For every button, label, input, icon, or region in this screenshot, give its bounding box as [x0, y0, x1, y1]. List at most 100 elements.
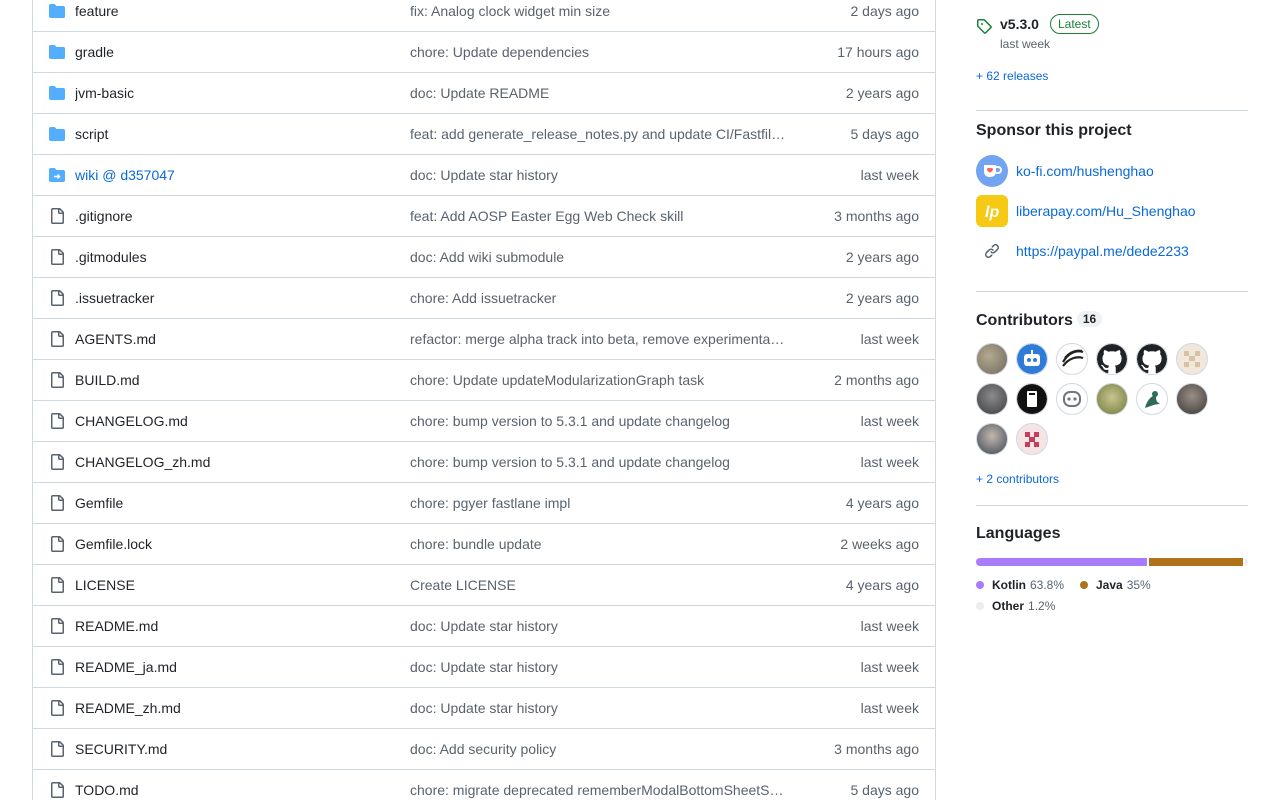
contributor-avatar[interactable]: [976, 343, 1008, 375]
contributor-avatar[interactable]: [976, 423, 1008, 455]
file-name-link[interactable]: CHANGELOG.md: [75, 413, 410, 429]
file-row[interactable]: script feat: add generate_release_notes.p…: [33, 113, 935, 154]
language-java[interactable]: Java 35%: [1080, 578, 1151, 592]
file-row[interactable]: gradle chore: Update dependencies 17 hours…: [33, 31, 935, 72]
commit-message-link[interactable]: doc: Update README: [410, 85, 800, 101]
file-row[interactable]: README.md doc: Update star history last we…: [33, 605, 935, 646]
file-name-link[interactable]: feature: [75, 3, 410, 19]
commit-message-link[interactable]: doc: Update star history: [410, 618, 800, 634]
commit-message-link[interactable]: chore: migrate deprecated rememberModalB…: [410, 782, 800, 798]
file-name-link[interactable]: .gitignore: [75, 208, 410, 224]
commit-date: last week: [860, 618, 919, 634]
file-icon: [49, 618, 65, 634]
commit-date: 2 years ago: [845, 290, 919, 306]
commit-message-link[interactable]: refactor: merge alpha track into beta, r…: [410, 331, 800, 347]
divider: [976, 110, 1248, 111]
file-name-link[interactable]: README_ja.md: [75, 659, 410, 675]
file-icon: [49, 454, 65, 470]
language-name: Kotlin: [992, 578, 1026, 592]
language-dot: [976, 581, 984, 589]
file-name-link[interactable]: README.md: [75, 618, 410, 634]
file-row[interactable]: LICENSE Create LICENSE 4 years ago: [33, 564, 935, 605]
github-icon[interactable]: [1096, 343, 1128, 375]
file-name-link[interactable]: SECURITY.md: [75, 741, 410, 757]
release-version[interactable]: v5.3.0: [1000, 16, 1039, 32]
commit-message-link[interactable]: chore: bump version to 5.3.1 and update …: [410, 454, 800, 470]
sponsor-item-liberapay[interactable]: lp liberapay.com/Hu_Shenghao: [976, 195, 1196, 227]
commit-message-link[interactable]: doc: Update star history: [410, 167, 800, 183]
file-name-link[interactable]: gradle: [75, 44, 410, 60]
file-name-link[interactable]: .gitmodules: [75, 249, 410, 265]
language-other[interactable]: Other 1.2%: [976, 599, 1055, 613]
file-row[interactable]: .gitignore feat: Add AOSP Easter Egg Web …: [33, 195, 935, 236]
file-row[interactable]: TODO.md chore: migrate deprecated remembe…: [33, 769, 935, 800]
file-row[interactable]: README_zh.md doc: Update star history last…: [33, 687, 935, 728]
file-row[interactable]: jvm-basic doc: Update README 2 years ago: [33, 72, 935, 113]
contributor-avatar[interactable]: [1056, 383, 1088, 415]
contributor-avatar[interactable]: [1096, 383, 1128, 415]
file-row[interactable]: feature fix: Analog clock widget min size…: [33, 0, 935, 31]
commit-message-link[interactable]: fix: Analog clock widget min size: [410, 3, 800, 19]
commit-message-link[interactable]: chore: bundle update: [410, 536, 800, 552]
commit-message-link[interactable]: Create LICENSE: [410, 577, 800, 593]
language-bar-segment: [1149, 558, 1243, 566]
file-row[interactable]: wiki @ d357047 doc: Update star history la…: [33, 154, 935, 195]
file-row[interactable]: CHANGELOG_zh.md chore: bump version to 5.…: [33, 441, 935, 482]
file-icon: [49, 536, 65, 552]
file-name-link[interactable]: script: [75, 126, 410, 142]
file-row[interactable]: AGENTS.md refactor: merge alpha track int…: [33, 318, 935, 359]
commit-message-link[interactable]: feat: add generate_release_notes.py and …: [410, 126, 800, 142]
file-name-link[interactable]: CHANGELOG_zh.md: [75, 454, 410, 470]
commit-message-link[interactable]: doc: Add wiki submodule: [410, 249, 800, 265]
contributor-avatar[interactable]: [1136, 383, 1168, 415]
commit-message-link[interactable]: feat: Add AOSP Easter Egg Web Check skil…: [410, 208, 800, 224]
github-icon[interactable]: [1136, 343, 1168, 375]
file-row[interactable]: SECURITY.md doc: Add security policy 3 mon…: [33, 728, 935, 769]
commit-message-link[interactable]: doc: Update star history: [410, 659, 800, 675]
contributor-avatar[interactable]: [1016, 383, 1048, 415]
file-row[interactable]: .issuetracker chore: Add issuetracker 2 ye…: [33, 277, 935, 318]
file-row[interactable]: .gitmodules doc: Add wiki submodule 2 year…: [33, 236, 935, 277]
file-name-link[interactable]: wiki @ d357047: [75, 167, 410, 183]
sponsor-link-liberapay[interactable]: liberapay.com/Hu_Shenghao: [1016, 203, 1196, 219]
language-kotlin[interactable]: Kotlin 63.8%: [976, 578, 1064, 592]
file-name-link[interactable]: jvm-basic: [75, 85, 410, 101]
file-row[interactable]: Gemfile chore: pgyer fastlane impl 4 years…: [33, 482, 935, 523]
contributor-avatar[interactable]: [976, 383, 1008, 415]
file-name-link[interactable]: TODO.md: [75, 782, 410, 798]
file-row[interactable]: CHANGELOG.md chore: bump version to 5.3.1…: [33, 400, 935, 441]
file-name-link[interactable]: LICENSE: [75, 577, 410, 593]
file-name-link[interactable]: BUILD.md: [75, 372, 410, 388]
commit-date: 2 months ago: [834, 372, 919, 388]
file-name-link[interactable]: .issuetracker: [75, 290, 410, 306]
commit-message-link[interactable]: chore: bump version to 5.3.1 and update …: [410, 413, 800, 429]
file-name-link[interactable]: README_zh.md: [75, 700, 410, 716]
sponsor-link-paypal[interactable]: https://paypal.me/dede2233: [1016, 243, 1189, 259]
file-row[interactable]: Gemfile.lock chore: bundle update 2 weeks …: [33, 523, 935, 564]
commit-message-link[interactable]: doc: Update star history: [410, 700, 800, 716]
sponsor-link-kofi[interactable]: ko-fi.com/hushenghao: [1016, 163, 1154, 179]
file-name-link[interactable]: Gemfile.lock: [75, 536, 410, 552]
languages-title: Languages: [976, 525, 1061, 542]
contributor-avatar[interactable]: [1016, 423, 1048, 455]
sponsor-item-paypal[interactable]: https://paypal.me/dede2233: [976, 235, 1189, 267]
commit-message-link[interactable]: chore: Update updateModularizationGraph …: [410, 372, 800, 388]
folder-icon: [49, 126, 65, 142]
commit-message-link[interactable]: chore: pgyer fastlane impl: [410, 495, 800, 511]
file-name-link[interactable]: Gemfile: [75, 495, 410, 511]
file-name-link[interactable]: AGENTS.md: [75, 331, 410, 347]
contributor-avatar[interactable]: [1176, 343, 1208, 375]
file-icon: [49, 249, 65, 265]
contributor-avatar[interactable]: [1016, 343, 1048, 375]
more-releases-link[interactable]: + 62 releases: [976, 69, 1048, 83]
file-row[interactable]: BUILD.md chore: Update updateModularizati…: [33, 359, 935, 400]
commit-message-link[interactable]: chore: Add issuetracker: [410, 290, 800, 306]
file-row[interactable]: README_ja.md doc: Update star history last…: [33, 646, 935, 687]
commit-message-link[interactable]: chore: Update dependencies: [410, 44, 800, 60]
more-contributors-link[interactable]: + 2 contributors: [976, 472, 1059, 486]
contributor-avatar[interactable]: [1176, 383, 1208, 415]
commit-message-link[interactable]: doc: Add security policy: [410, 741, 800, 757]
sponsor-item-kofi[interactable]: ko-fi.com/hushenghao: [976, 155, 1154, 187]
contributor-avatar[interactable]: [1056, 343, 1088, 375]
contributors-title[interactable]: Contributors 16: [976, 311, 1103, 330]
